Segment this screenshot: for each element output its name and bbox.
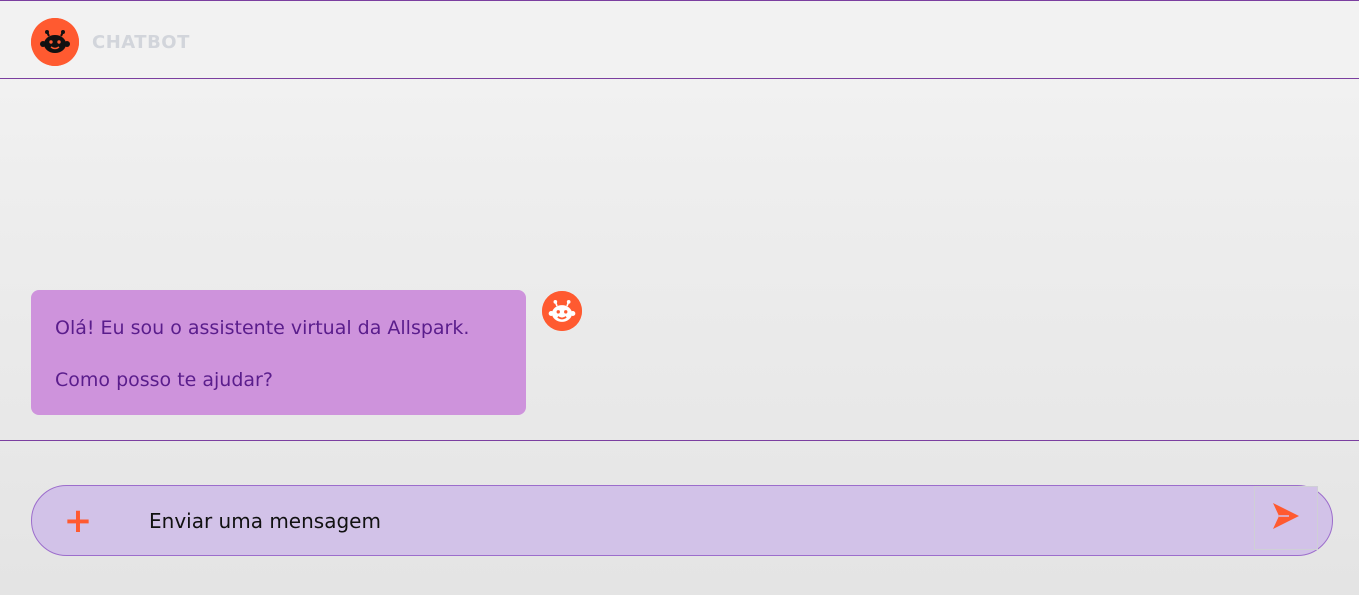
bot-avatar-icon <box>542 291 582 331</box>
message-line: Como posso te ajudar? <box>55 369 273 391</box>
send-button[interactable] <box>1254 486 1318 550</box>
header: CHATBOT <box>0 0 1359 79</box>
composer-divider <box>0 440 1359 441</box>
message-composer: + <box>31 485 1333 556</box>
message-input[interactable] <box>149 503 1229 539</box>
message-line: Olá! Eu sou o assistente virtual da Alls… <box>55 317 470 339</box>
chat-area: Olá! Eu sou o assistente virtual da Alls… <box>0 80 1359 440</box>
send-icon <box>1271 501 1301 536</box>
attach-button[interactable]: + <box>62 504 94 538</box>
bot-message-bubble: Olá! Eu sou o assistente virtual da Alls… <box>31 290 526 415</box>
app-title: CHATBOT <box>92 32 190 53</box>
robot-face-icon <box>31 18 79 66</box>
